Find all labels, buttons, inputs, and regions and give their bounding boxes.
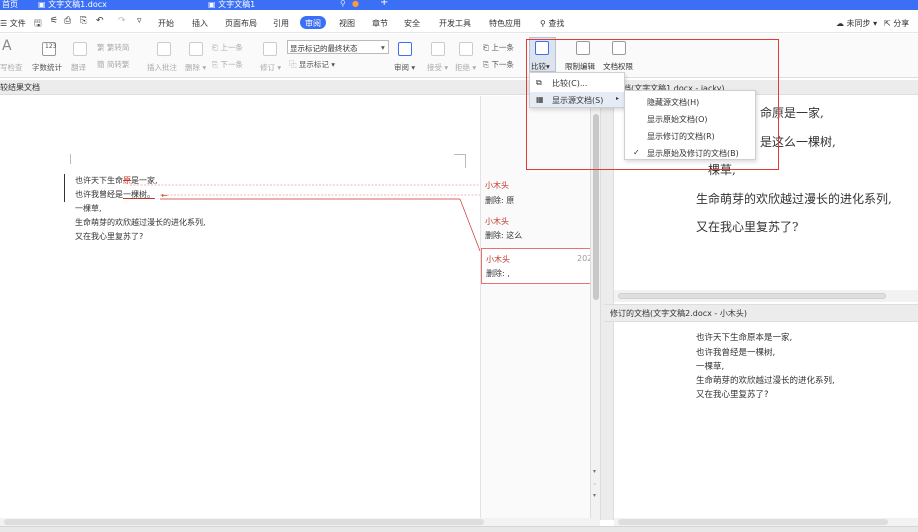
word-count-icon-label: 123 — [45, 43, 57, 50]
prev-comment-button[interactable]: ⎗ 上一条 — [212, 42, 243, 53]
comment-card[interactable]: 小木头 删除: 原 — [481, 174, 591, 214]
doc-icon: ▣ — [38, 0, 49, 9]
left-horizontal-scrollbar[interactable] — [0, 518, 600, 526]
translate-button[interactable]: 翻译 — [71, 62, 86, 73]
new-tab-button[interactable]: + — [380, 0, 388, 8]
redo-icon[interactable]: ↷ — [118, 16, 126, 26]
markup-state-select[interactable]: 显示标记的最终状态 ▾ — [287, 40, 389, 54]
format-painter-icon[interactable]: ⚟ — [50, 16, 58, 26]
review-pane-icon[interactable] — [398, 42, 412, 56]
tab-start[interactable]: 开始 — [158, 18, 174, 29]
markup-icon: ⿻ — [289, 60, 299, 69]
spell-check-button[interactable]: 写检查 — [0, 62, 23, 73]
tab-doc1[interactable]: ▣ 文字文稿1.docx — [38, 0, 107, 10]
comment-connector-lines — [130, 184, 480, 252]
tab-home[interactable]: 首页 — [2, 0, 18, 10]
insert-comment-button[interactable]: 插入批注 — [147, 62, 177, 73]
revised-document-pane[interactable]: 也许天下生命原本是一家, 也许我曾经是一棵树, 一棵草, 生命萌芽的欢欣越过漫长… — [614, 322, 918, 518]
revised-line-4: 生命萌芽的欢欣越过漫长的进化系列, — [696, 376, 835, 386]
review-ribbon: A 写检查 123 字数统计 翻译 繁 繁转简 簡 简转繁 插入批注 删除 ▾ … — [0, 34, 918, 78]
tab-security[interactable]: 安全 — [404, 18, 420, 29]
doc-icon: ▣ — [208, 0, 219, 9]
revised-pane-header: 修订的文档(文字文稿2.docx - 小木头) — [604, 304, 918, 322]
compare-result-document[interactable]: 也许天下生命原是一家, 也许我曾经是一棵树。 ← 一棵草, 生命萌芽的欢欣越过漫… — [0, 96, 592, 520]
scrollbar-thumb[interactable] — [618, 293, 886, 299]
tab-layout[interactable]: 页面布局 — [225, 18, 257, 29]
tab-insert[interactable]: 插入 — [192, 18, 208, 29]
original-horizontal-scrollbar[interactable] — [614, 290, 918, 302]
revised-line-2: 也许我曾经是一棵树, — [696, 348, 776, 358]
delete-comment-icon[interactable] — [189, 42, 203, 56]
comment-text: 删除: 原 — [485, 196, 515, 205]
menu-bar: ☰ 文件 🖫 ⚟ ⎙ ⎘ ↶ ↷ ▿ 开始 插入 页面布局 引用 审阅 视图 章… — [0, 12, 918, 33]
next-comment-button[interactable]: ⎘ 下一条 — [212, 59, 243, 70]
track-changes-button[interactable]: 修订 ▾ — [260, 62, 281, 73]
hamburger-icon: ☰ — [0, 19, 10, 28]
share-icon: ⇱ — [884, 19, 894, 28]
revised-line-5: 又在我心里复苏了? — [696, 390, 769, 400]
show-markup-button[interactable]: ⿻ 显示标记 ▾ — [289, 59, 335, 70]
left-panel-title: 较结果文档 — [0, 83, 40, 92]
delete-comment-button[interactable]: 删除 ▾ — [185, 62, 206, 73]
title-bar: 首页 ▣ 文字文稿1.docx ▣ 文字文稿1 + ⚲ ● — [0, 0, 918, 10]
scroll-down-icon[interactable]: ▾ — [593, 468, 596, 475]
revised-line-3: 一棵草, — [696, 362, 725, 372]
spell-check-icon[interactable]: A — [2, 38, 12, 54]
convert-icon: 簡 — [97, 60, 107, 69]
insert-comment-icon[interactable] — [157, 42, 171, 56]
scrollbar-thumb[interactable] — [618, 519, 888, 525]
revised-line-1: 也许天下生命原本是一家, — [696, 333, 793, 343]
scrollbar-thumb[interactable] — [4, 519, 484, 525]
original-line-5: 又在我心里复苏了? — [696, 220, 799, 234]
accept-icon[interactable] — [431, 42, 445, 56]
accept-button[interactable]: 接受 ▾ — [427, 62, 448, 73]
chevron-down-icon: ▾ — [381, 43, 385, 52]
simplified-to-traditional-button[interactable]: 繁 繁转简 — [97, 42, 129, 53]
comment-author: 小木头 — [486, 255, 510, 264]
comment-text: 删除: 这么 — [485, 231, 523, 240]
reject-button[interactable]: 拒绝 ▾ — [455, 62, 476, 73]
highlight-box — [526, 39, 779, 170]
original-line-4: 生命萌芽的欢欣越过漫长的进化系列, — [696, 192, 892, 206]
status-bar — [0, 526, 918, 532]
comment-text: 删除: , — [486, 269, 510, 278]
sync-status[interactable]: ☁ 未同步 ▾ — [836, 18, 877, 29]
next-change-button[interactable]: ⎘ 下一条 — [483, 59, 514, 70]
undo-icon[interactable]: ↶ — [96, 16, 104, 26]
track-changes-icon[interactable] — [263, 42, 277, 56]
dot-icon: ● — [352, 0, 359, 8]
preview-icon[interactable]: ⎘ — [80, 16, 87, 26]
comment-author: 小木头 — [485, 217, 509, 226]
word-count-button[interactable]: 字数统计 — [32, 62, 62, 73]
search-button[interactable]: ⚲ 查找 — [540, 18, 564, 29]
pin-icon[interactable]: ⚲ — [340, 0, 346, 8]
tab-section[interactable]: 章节 — [372, 18, 388, 29]
review-pane-button[interactable]: 审阅 ▾ — [394, 62, 415, 73]
share-button[interactable]: ⇱ 分享 — [884, 18, 909, 29]
revised-horizontal-scrollbar[interactable] — [614, 518, 918, 526]
save-icon[interactable]: 🖫 — [34, 16, 42, 32]
comment-author: 小木头 — [485, 181, 509, 190]
cloud-icon: ☁ — [836, 19, 847, 28]
comment-card-active[interactable]: 小木头 202 删除: , — [481, 248, 592, 284]
right-bottom-title: 修订的文档(文字文稿2.docx - 小木头) — [610, 309, 747, 318]
panel-header-strip: 较结果文档 档(文字文稿1.docx - jacky) — [0, 80, 918, 95]
print-icon[interactable]: ⎙ — [64, 16, 71, 26]
file-menu[interactable]: ☰ 文件 — [0, 18, 26, 29]
convert-icon: 繁 — [97, 43, 107, 52]
prev-page-icon[interactable]: ◦ — [593, 481, 597, 488]
tab-features[interactable]: 特色应用 — [489, 18, 521, 29]
comment-card[interactable]: 小木头 删除: 这么 — [481, 214, 591, 246]
tab-doc2[interactable]: ▣ 文字文稿1 — [208, 0, 255, 10]
more-icon[interactable]: ▿ — [137, 16, 142, 26]
reject-icon[interactable] — [459, 42, 473, 56]
traditional-to-simplified-button[interactable]: 簡 简转繁 — [97, 59, 129, 70]
tab-developer[interactable]: 开发工具 — [439, 18, 471, 29]
prev-change-button[interactable]: ⎗ 上一条 — [483, 42, 514, 53]
translate-icon[interactable] — [73, 42, 87, 56]
tab-review[interactable]: 审阅 — [305, 18, 321, 29]
tab-reference[interactable]: 引用 — [273, 18, 289, 29]
next-page-icon[interactable]: ▾ — [593, 492, 596, 499]
tab-view[interactable]: 视图 — [339, 18, 355, 29]
